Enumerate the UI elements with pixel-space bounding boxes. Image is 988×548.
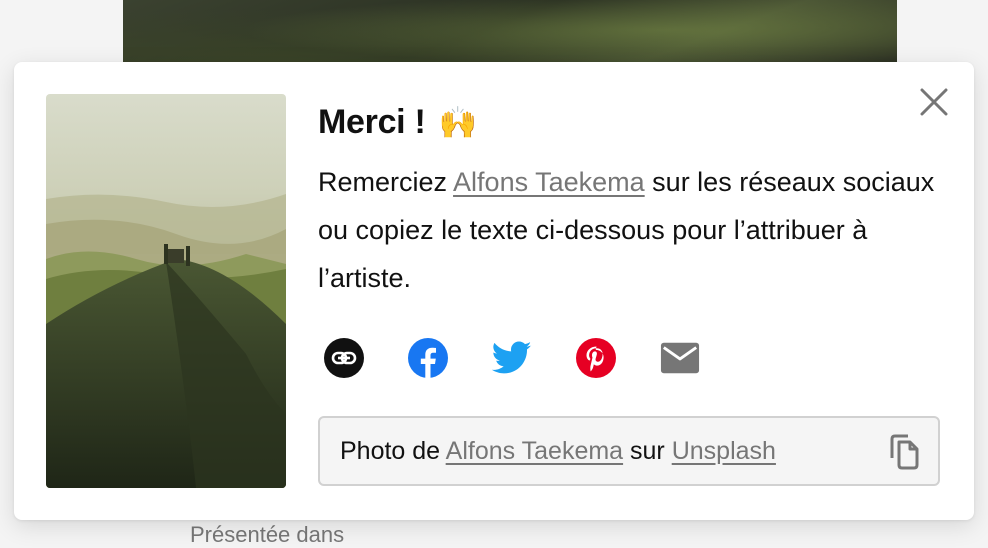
email-icon (660, 342, 700, 374)
photo-thumbnail (46, 94, 286, 488)
share-twitter-button[interactable] (492, 338, 532, 378)
copy-attribution-button[interactable] (886, 434, 920, 470)
attribution-author-link[interactable]: Alfons Taekema (446, 437, 623, 465)
share-pinterest-button[interactable] (576, 338, 616, 378)
twitter-icon (492, 341, 532, 374)
thanks-dialog: Merci ! 🙌 Remerciez Alfons Taekema sur l… (14, 62, 974, 520)
raising-hands-emoji: 🙌 (438, 105, 478, 140)
copy-icon (890, 434, 919, 470)
pinterest-icon (576, 338, 616, 378)
presented-in-label: Présentée dans (190, 522, 345, 547)
close-button[interactable] (918, 86, 950, 118)
dialog-description: Remerciez Alfons Taekema sur les réseaux… (318, 167, 935, 293)
share-email-button[interactable] (660, 338, 700, 378)
copy-link-button[interactable] (324, 338, 364, 378)
attribution-box: Photo de Alfons Taekema sur Unsplash (318, 416, 940, 486)
close-icon (920, 88, 948, 116)
attribution-text: Photo de Alfons Taekema sur Unsplash (340, 437, 776, 465)
link-icon (324, 338, 364, 378)
share-facebook-button[interactable] (408, 338, 448, 378)
facebook-icon (408, 338, 448, 378)
attribution-platform-link[interactable]: Unsplash (672, 437, 776, 465)
author-link[interactable]: Alfons Taekema (453, 167, 645, 197)
dialog-title: Merci ! 🙌 (318, 103, 478, 141)
